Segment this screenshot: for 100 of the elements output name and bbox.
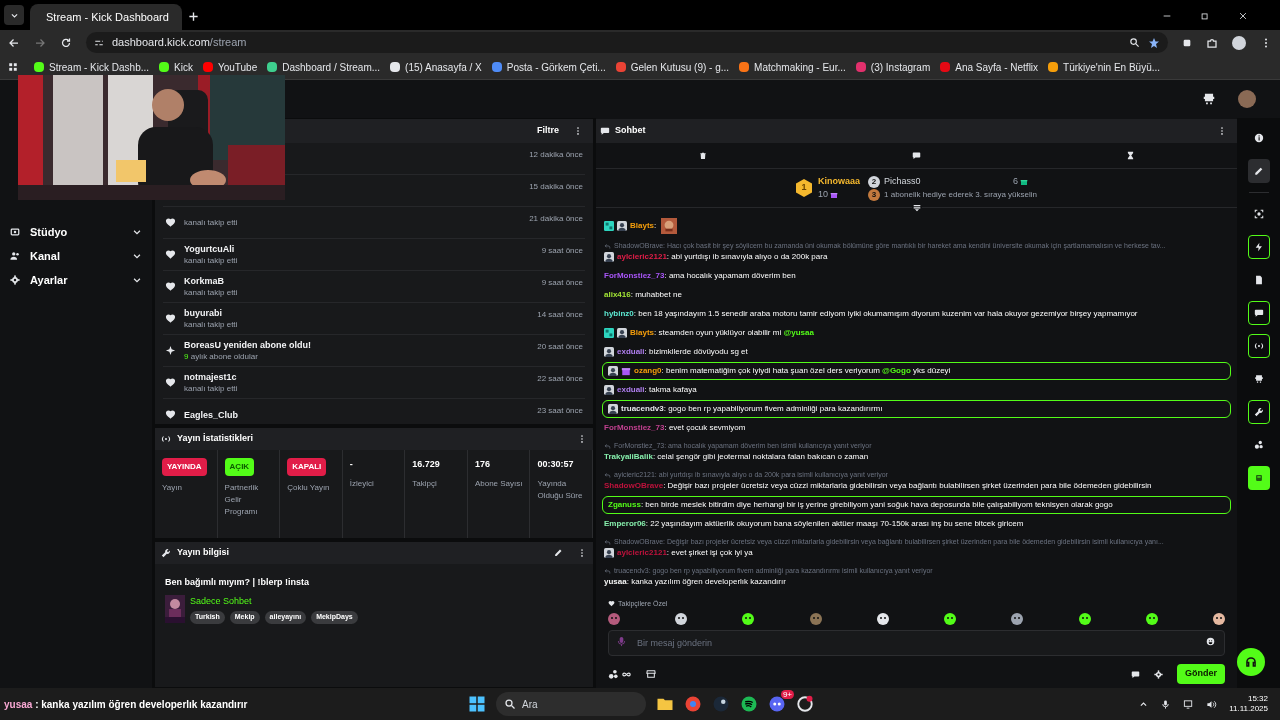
- wrench-icon: [1253, 407, 1264, 417]
- heart-icon: [608, 600, 615, 608]
- site-icon: [491, 62, 502, 72]
- bookmark[interactable]: Posta - Görkem Çeti...: [491, 59, 606, 75]
- browser-tab[interactable]: Stream - Kick Dashboard: [30, 4, 182, 30]
- emote-icon[interactable]: [1078, 613, 1091, 625]
- nav-item[interactable]: Kanal: [10, 247, 142, 265]
- forward-icon: [34, 36, 46, 49]
- send-button[interactable]: Gönder: [1177, 664, 1225, 684]
- emote-icon[interactable]: [742, 613, 755, 625]
- user-avatar[interactable]: [1238, 90, 1256, 108]
- chat-message: ozang0: benim matematiğim çok iyiydi hata şuan özel ders veriyorum @Gogo yks düzeyi: [634, 365, 951, 377]
- search-field[interactable]: Ara: [496, 692, 646, 716]
- site-icon: [202, 62, 213, 72]
- bookmark[interactable]: Ana Sayfa - Netflix: [940, 59, 1039, 75]
- search-icon: [504, 698, 516, 710]
- gift-count: 6: [1013, 175, 1028, 189]
- scan-icon: [1253, 209, 1264, 219]
- edit-icon: [554, 548, 563, 557]
- chat-message: ForMonstiez_73: ama hocalık yapamam döverim ben: [604, 270, 796, 282]
- filter-button[interactable]: Filtre: [537, 124, 559, 138]
- network-icon: [1183, 698, 1195, 710]
- nav-item[interactable]: Ayarlar: [10, 271, 142, 289]
- headset-icon: [1244, 655, 1258, 669]
- leaderboard-hint: 1 abonelik hediye ederek 3. sıraya yükselin: [884, 188, 1037, 201]
- emote-icon[interactable]: [876, 613, 889, 625]
- steam-icon: [712, 695, 730, 713]
- bookmark[interactable]: Matchmaking - Eur...: [739, 59, 846, 75]
- address-bar[interactable]: dashboard.kick.com/stream: [86, 32, 1168, 53]
- edit-icon: [1253, 166, 1264, 176]
- rail-button[interactable]: [1247, 235, 1270, 259]
- emote-icon[interactable]: [675, 613, 688, 625]
- activity-title: buyurabi: [184, 307, 223, 319]
- stat-label: Takipçi: [412, 477, 438, 490]
- rail-button[interactable]: [1247, 159, 1270, 183]
- profile-avatar[interactable]: [1232, 35, 1246, 50]
- bookmark[interactable]: Kick: [159, 59, 193, 75]
- broadcast-icon: [161, 434, 171, 444]
- restore-icon: [1200, 11, 1210, 21]
- mic-icon: [616, 636, 627, 647]
- clock-date: 11.11.2025: [1229, 704, 1268, 714]
- emote-icon[interactable]: [944, 613, 957, 625]
- reply-icon: [604, 242, 611, 250]
- support-button[interactable]: [1237, 648, 1265, 676]
- bookmark[interactable]: (3) Instagram: [855, 59, 931, 75]
- rail-button[interactable]: [1247, 301, 1270, 325]
- message-input[interactable]: Bir mesaj gönderin: [608, 630, 1225, 656]
- activity-detail: kanalı takip etti: [184, 319, 239, 330]
- chevron-up-icon: [1139, 699, 1149, 709]
- rail-button[interactable]: [1247, 334, 1270, 358]
- apps-icon: [8, 62, 18, 72]
- sparkle-icon: [165, 345, 176, 356]
- heart-icon: [165, 217, 176, 228]
- reply-icon: [604, 567, 611, 575]
- chat-message: aylcieric2121: abi yurtdışı ib sınavıyla alıyo o da 200k para: [617, 251, 828, 263]
- stat-value: 176: [474, 458, 491, 471]
- channel-points-icon: [608, 668, 619, 680]
- activity-title: BoreasU yeniden abone oldu!: [184, 339, 313, 351]
- panel-title: Yayın İstatistikleri: [177, 432, 255, 446]
- chat-message: alix416: muhabbet ne: [604, 289, 682, 301]
- nav-icon: [10, 251, 20, 261]
- site-icon: [1048, 62, 1059, 72]
- nav-item[interactable]: Stüdyo: [10, 223, 142, 241]
- bookmark[interactable]: Türkiye'nin En Büyü...: [1048, 59, 1161, 75]
- shop-icon: [646, 669, 656, 679]
- bookmark[interactable]: Gelen Kutusu (9) - g...: [615, 59, 730, 75]
- emote-icon[interactable]: [1212, 613, 1225, 625]
- chat-message: Blayts:: [630, 220, 657, 232]
- emote-icon[interactable]: [1145, 613, 1158, 625]
- stat-label: Partnerlik Gelir Programı: [224, 482, 260, 518]
- rail-button[interactable]: [1247, 400, 1270, 424]
- stat-label: İzleyici: [349, 477, 375, 490]
- new-tab-icon: [188, 11, 199, 22]
- browser-icon: [684, 695, 702, 713]
- activity-detail: kanalı takip etti: [184, 255, 239, 266]
- activity-title: Eagles_Club: [184, 408, 240, 421]
- tab-search-button[interactable]: [4, 5, 24, 25]
- site-icon: [390, 62, 401, 72]
- category-link[interactable]: Sadece Sohbet: [190, 594, 358, 608]
- star-icon: [1148, 36, 1160, 49]
- bookmark[interactable]: Dashboard / Stream...: [267, 59, 381, 75]
- bookmark[interactable]: (15) Anasayfa / X: [390, 59, 482, 75]
- heart-icon: [165, 281, 176, 292]
- activity-detail: kanalı takip etti: [184, 287, 239, 298]
- site-icon: [940, 62, 951, 72]
- site-icon: [34, 62, 44, 72]
- settings-icon: [1154, 669, 1163, 679]
- activity-time: 23 saat önce: [537, 405, 583, 417]
- bookmark[interactable]: YouTube: [202, 59, 258, 75]
- emote-icon[interactable]: [1011, 613, 1024, 625]
- rail-button[interactable]: [1247, 466, 1270, 490]
- windows-icon: [468, 695, 486, 713]
- activity-detail: kanalı takip etti: [184, 217, 239, 228]
- leader-name: Kinowaaa: [818, 174, 860, 188]
- activity-time: 15 dakika önce: [529, 181, 583, 193]
- chat-message: Blayts: steamden oyun yüklüyor olabilir mi @yusaa: [630, 327, 814, 339]
- bookmark[interactable]: Stream - Kick Dashb...: [34, 59, 150, 75]
- broadcast-icon: [1253, 341, 1264, 351]
- reply-icon: [604, 538, 611, 546]
- reply-icon: [604, 442, 611, 450]
